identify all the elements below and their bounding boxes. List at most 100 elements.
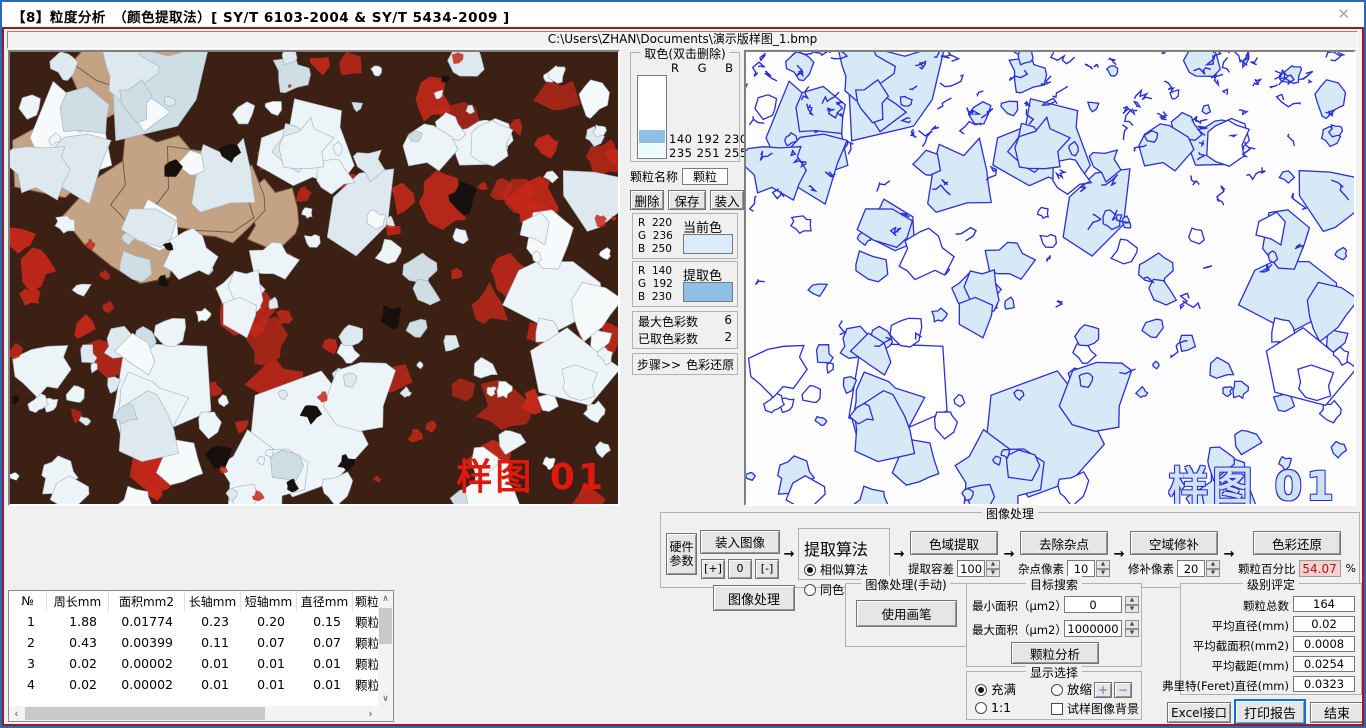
- spin-down-button[interactable]: ▼: [1206, 569, 1220, 578]
- col-header-diameter[interactable]: 直径mm: [297, 591, 353, 611]
- spin-up-button[interactable]: ▲: [1096, 560, 1110, 569]
- table-row[interactable]: 20.430.003990.110.070.07颗粒: [9, 632, 378, 653]
- rgb-b-label: B: [725, 61, 733, 75]
- spin-down-button[interactable]: ▼: [1096, 569, 1110, 578]
- spin-up-button[interactable]: ▲: [986, 560, 1000, 569]
- hardware-params-button[interactable]: 硬件 参数: [666, 533, 697, 575]
- sample-bg-checkbox[interactable]: [1051, 703, 1063, 715]
- print-report-button[interactable]: 打印报告: [1234, 699, 1306, 725]
- cell: 0.00002: [109, 674, 185, 695]
- source-image-panel[interactable]: 样图 01: [8, 50, 620, 506]
- col-header-perimeter[interactable]: 周长mm: [47, 591, 109, 611]
- spin-up-button[interactable]: ▲: [1206, 560, 1220, 569]
- color-restore-button[interactable]: 色彩还原: [1253, 531, 1341, 555]
- max-colors-label: 最大色彩数: [638, 313, 698, 330]
- particle-table[interactable]: № 周长mm 面积mm2 长轴mm 短轴mm 直径mm 颗粒名称 11.880.…: [8, 590, 394, 722]
- fill-radio[interactable]: [975, 684, 987, 696]
- manual-process-group: 图像处理(手动) 使用画笔: [845, 583, 967, 647]
- noise-pixels-input[interactable]: 10: [1067, 560, 1095, 577]
- extract-color-swatch: [683, 282, 733, 302]
- col-header-minor-axis[interactable]: 短轴mm: [241, 591, 297, 611]
- similar-algo-radio[interactable]: [804, 564, 816, 576]
- scale-plus-button[interactable]: +: [1094, 682, 1112, 698]
- col-header-no[interactable]: №: [9, 591, 47, 611]
- zoom-reset-button[interactable]: 0: [728, 559, 752, 579]
- image-process-button[interactable]: 图像处理: [713, 585, 795, 611]
- delete-button[interactable]: 删除: [630, 190, 664, 210]
- extracted-outline-image[interactable]: [746, 52, 1354, 504]
- samecolor-algo-radio[interactable]: [804, 584, 816, 596]
- particle-name-input[interactable]: 颗粒: [682, 168, 728, 185]
- extract-color-rgb: R 140 G 192 B 230: [638, 265, 673, 304]
- display-select-group: 显示选择 充满 放缩+− 1:1 试样图像背景: [966, 671, 1142, 720]
- table-hscrollbar[interactable]: ‹ ›: [9, 706, 378, 721]
- spin-down-button[interactable]: ▼: [986, 569, 1000, 578]
- client-area: C:\Users\ZHAN\Documents\演示版样图_1.bmp 样图 0…: [2, 27, 1364, 726]
- cell: 1: [9, 611, 47, 632]
- hscroll-thumb[interactable]: [25, 707, 265, 720]
- cell: 0.01: [297, 674, 353, 695]
- cell: 2: [9, 632, 47, 653]
- load-image-button[interactable]: 装入图像: [700, 530, 780, 554]
- cell: 1.88: [47, 611, 109, 632]
- col-header-area[interactable]: 面积mm2: [109, 591, 185, 611]
- scroll-down-icon[interactable]: ∨: [378, 691, 393, 706]
- particle-analyze-button[interactable]: 颗粒分析: [1011, 642, 1099, 664]
- cell: 0.20: [241, 611, 297, 632]
- end-button[interactable]: 结束: [1310, 702, 1364, 723]
- cell: 0.01774: [109, 611, 185, 632]
- picked-colors-listbox[interactable]: [637, 75, 667, 159]
- fill-label: 充满: [991, 682, 1016, 697]
- remove-noise-button[interactable]: 去除杂点: [1020, 531, 1108, 555]
- color-pick-group: 取色(双击删除) R G B 140 192 230 235 251 255: [630, 52, 740, 162]
- cell: 0.11: [185, 632, 241, 653]
- total-count-label: 颗粒总数: [1243, 598, 1289, 614]
- table-vscrollbar[interactable]: ∧ ∨: [378, 591, 393, 706]
- zoom-plus-button[interactable]: [+]: [701, 559, 725, 579]
- spin-up-button[interactable]: ▲: [1125, 596, 1139, 605]
- use-brush-button[interactable]: 使用画笔: [856, 600, 957, 627]
- spin-down-button[interactable]: ▼: [1125, 629, 1139, 638]
- min-area-input[interactable]: 0: [1064, 596, 1122, 613]
- close-icon[interactable]: ✕: [1337, 5, 1350, 23]
- processed-image-panel[interactable]: 样图 01: [744, 50, 1356, 506]
- spatial-repair-button[interactable]: 空域修补: [1130, 531, 1218, 555]
- scrollbar-corner: [378, 706, 393, 721]
- image-process-title: 图像处理: [982, 505, 1038, 522]
- tolerance-input[interactable]: 100: [957, 560, 985, 577]
- scroll-right-icon[interactable]: ›: [363, 706, 378, 721]
- feret-diameter-label: 弗里特(Feret)直径(mm): [1162, 678, 1289, 694]
- scroll-up-icon[interactable]: ∧: [378, 591, 393, 606]
- table-row[interactable]: 30.020.000020.010.010.01颗粒: [9, 653, 378, 674]
- step-label: 步骤>>: [637, 356, 681, 373]
- excel-export-button[interactable]: Excel接口: [1167, 702, 1231, 723]
- particle-percent-field: 54.07: [1299, 560, 1341, 577]
- hw-line1: 硬件: [670, 540, 694, 554]
- vscroll-thumb[interactable]: [379, 608, 392, 644]
- cell: 4: [9, 674, 47, 695]
- color-extract-button[interactable]: 色域提取: [910, 531, 998, 555]
- scale-minus-button[interactable]: −: [1114, 682, 1132, 698]
- spin-down-button[interactable]: ▼: [1125, 605, 1139, 614]
- col-header-major-axis[interactable]: 长轴mm: [185, 591, 241, 611]
- zoom-minus-button[interactable]: [-]: [755, 559, 779, 579]
- spin-up-button[interactable]: ▲: [1125, 620, 1139, 629]
- titlebar: 【8】粒度分析 （颜色提取法）[ SY/T 6103-2004 & SY/T 5…: [2, 2, 1364, 27]
- save-button[interactable]: 保存: [668, 190, 706, 210]
- scroll-left-icon[interactable]: ‹: [9, 706, 24, 721]
- picked-color-swatch[interactable]: [639, 144, 665, 157]
- scale-radio[interactable]: [1051, 684, 1063, 696]
- current-color-swatch: [683, 234, 733, 254]
- table-row[interactable]: 11.880.017740.230.200.15颗粒: [9, 611, 378, 632]
- source-micrograph-image[interactable]: [10, 52, 618, 504]
- picked-color-swatch[interactable]: [639, 130, 665, 143]
- table-row[interactable]: 40.020.000020.010.010.01颗粒: [9, 674, 378, 695]
- load-button[interactable]: 装入: [710, 190, 744, 210]
- one-to-one-radio[interactable]: [975, 702, 987, 714]
- col-header-name[interactable]: 颗粒名称: [353, 591, 378, 611]
- noise-pixels-label: 杂点像素: [1018, 561, 1064, 577]
- max-area-input[interactable]: 1000000: [1064, 620, 1122, 637]
- repair-pixels-input[interactable]: 20: [1177, 560, 1205, 577]
- avg-diameter-value: 0.02: [1293, 616, 1355, 632]
- cell: 0.01: [185, 674, 241, 695]
